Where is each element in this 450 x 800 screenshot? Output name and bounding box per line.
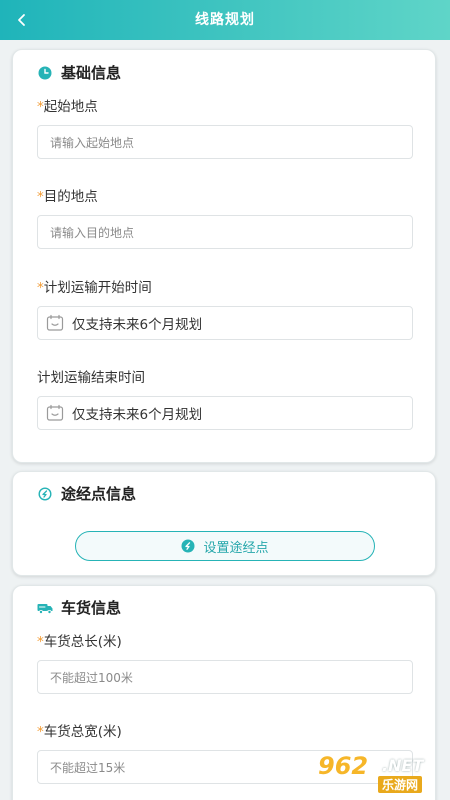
required-mark: * <box>37 99 44 115</box>
required-mark: * <box>37 724 44 740</box>
required-mark: * <box>37 189 44 205</box>
cargo-length-label: *车货总长(米) <box>37 630 122 650</box>
plan-start-time-value: 仅支持未来6个月规划 <box>72 317 203 333</box>
plan-start-time-label: *计划运输开始时间 <box>37 276 152 296</box>
clock-icon <box>37 65 53 81</box>
main-content: 基础信息 *起始地点 请输入起始地点 *目的地点 请输入目的地点 *计划运输开始… <box>0 40 450 800</box>
set-waypoint-button[interactable]: 设置途经点 <box>75 531 375 561</box>
calendar-icon <box>46 404 64 422</box>
cargo-info-header: 车货信息 <box>37 597 121 618</box>
set-waypoint-label: 设置途经点 <box>203 540 269 556</box>
waypoint-icon <box>181 539 195 553</box>
cargo-length-input[interactable]: 不能超过100米 <box>37 660 413 694</box>
required-mark: * <box>37 634 44 650</box>
page-title: 线路规划 <box>195 12 255 28</box>
cargo-info-title: 车货信息 <box>61 599 122 617</box>
waypoint-info-title: 途经点信息 <box>61 485 137 503</box>
waypoint-info-card: 途经点信息 设置途经点 <box>12 471 436 576</box>
plan-end-time-picker[interactable]: 仅支持未来6个月规划 <box>37 396 413 430</box>
destination-label: *目的地点 <box>37 185 98 205</box>
cargo-width-label-text: 车货总宽(米) <box>43 724 122 740</box>
start-location-placeholder: 请输入起始地点 <box>50 135 135 150</box>
required-mark: * <box>37 280 44 296</box>
start-location-label-text: 起始地点 <box>43 99 98 115</box>
cargo-width-input[interactable]: 不能超过15米 <box>37 750 413 784</box>
top-bar: 线路规划 <box>0 0 450 40</box>
plan-start-time-label-text: 计划运输开始时间 <box>43 280 152 296</box>
destination-placeholder: 请输入目的地点 <box>50 225 135 240</box>
cargo-length-label-text: 车货总长(米) <box>43 634 122 650</box>
start-location-label: *起始地点 <box>37 95 98 115</box>
plan-start-time-picker[interactable]: 仅支持未来6个月规划 <box>37 306 413 340</box>
basic-info-header: 基础信息 <box>37 62 121 83</box>
destination-label-text: 目的地点 <box>43 189 98 205</box>
basic-info-title: 基础信息 <box>61 64 122 82</box>
start-location-input[interactable]: 请输入起始地点 <box>37 125 413 159</box>
cargo-info-card: 车货信息 *车货总长(米) 不能超过100米 *车货总宽(米) 不能超过15米 <box>12 585 436 800</box>
destination-input[interactable]: 请输入目的地点 <box>37 215 413 249</box>
truck-icon <box>37 600 53 616</box>
waypoint-icon <box>37 486 53 502</box>
basic-info-card: 基础信息 *起始地点 请输入起始地点 *目的地点 请输入目的地点 *计划运输开始… <box>12 49 436 463</box>
cargo-width-label: *车货总宽(米) <box>37 720 122 740</box>
waypoint-info-header: 途经点信息 <box>37 483 136 504</box>
plan-end-time-label: 计划运输结束时间 <box>37 370 145 386</box>
calendar-icon <box>46 314 64 332</box>
cargo-length-placeholder: 不能超过100米 <box>50 670 133 685</box>
plan-end-time-value: 仅支持未来6个月规划 <box>72 407 203 423</box>
cargo-width-placeholder: 不能超过15米 <box>50 760 126 775</box>
